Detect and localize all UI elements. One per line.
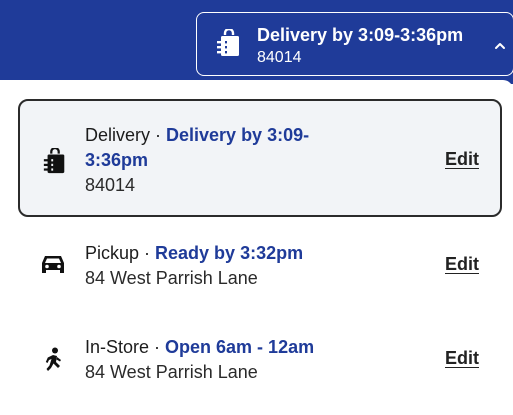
pickup-edit-link[interactable]: Edit: [445, 254, 479, 275]
fulfillment-selector-zip: 84014: [257, 49, 302, 66]
chevron-up-icon: [495, 43, 505, 49]
fulfillment-option-delivery[interactable]: Delivery · Delivery by 3:09- 3:36pm 8401…: [18, 99, 502, 217]
fulfillment-selector-title: Delivery by 3:09-3:36pm: [257, 25, 464, 45]
option-name: In-Store: [85, 337, 150, 357]
fulfillment-option-pickup[interactable]: Pickup · Ready by 3:32pm 84 West Parrish…: [18, 232, 502, 302]
option-status: Ready by 3:32pm: [155, 243, 304, 263]
option-subtext: 84 West Parrish Lane: [85, 362, 258, 382]
in-store-edit-link[interactable]: Edit: [445, 348, 479, 369]
option-name: Pickup: [85, 243, 140, 263]
option-separator: ·: [139, 243, 156, 263]
option-separator: ·: [150, 125, 167, 145]
option-separator: ·: [149, 337, 166, 357]
fulfillment-option-in-store[interactable]: In-Store · Open 6am - 12am 84 West Parri…: [18, 326, 502, 396]
option-status: Open 6am - 12am: [165, 337, 315, 357]
option-subtext: 84 West Parrish Lane: [85, 268, 258, 288]
fulfillment-selector-button[interactable]: Delivery by 3:09-3:36pm 84014: [196, 12, 513, 76]
option-subtext: 84014: [85, 175, 136, 195]
top-bar: Delivery by 3:09-3:36pm 84014: [0, 0, 513, 84]
option-status: Delivery by 3:09-: [166, 125, 310, 145]
shopping-bag-icon: [217, 29, 239, 56]
option-name: Delivery: [85, 125, 151, 145]
walking-person-icon: [45, 347, 61, 371]
delivery-option-text: Delivery · Delivery by 3:09- 3:36pm 8401…: [85, 123, 385, 198]
delivery-edit-link[interactable]: Edit: [445, 149, 479, 170]
shopping-bag-icon: [43, 148, 65, 174]
in-store-option-text: In-Store · Open 6am - 12am 84 West Parri…: [85, 335, 425, 385]
car-icon: [42, 256, 64, 273]
pickup-option-text: Pickup · Ready by 3:32pm 84 West Parrish…: [85, 241, 425, 291]
option-status-continued: 3:36pm: [85, 150, 149, 170]
